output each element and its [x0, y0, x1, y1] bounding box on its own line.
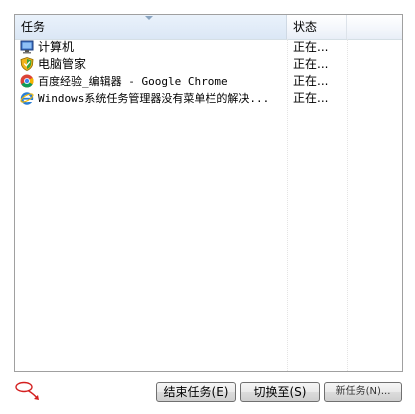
task-name: 百度经验_编辑器 - Google Chrome: [38, 75, 228, 88]
switch-to-button[interactable]: 切换至(S): [240, 382, 320, 402]
task-list[interactable]: 任务 状态 计算机 正在... 电脑管家 正在... 百度经验_编辑器 - Go…: [14, 14, 403, 372]
column-header-status-label: 状态: [293, 20, 318, 34]
task-row[interactable]: Windows系统任务管理器没有菜单栏的解决... 正在...: [15, 90, 402, 107]
task-status: 正在...: [293, 40, 329, 54]
task-rows: 计算机 正在... 电脑管家 正在... 百度经验_编辑器 - Google C…: [15, 39, 402, 107]
ie-icon: [20, 91, 34, 105]
task-status: 正在...: [293, 74, 329, 88]
computer-icon: [20, 40, 34, 54]
shield-icon: [20, 57, 34, 71]
task-status: 正在...: [293, 91, 329, 105]
new-task-button[interactable]: 新任务(N)...: [324, 382, 402, 402]
task-status: 正在...: [293, 57, 329, 71]
task-row[interactable]: 计算机 正在...: [15, 39, 402, 56]
task-row[interactable]: 百度经验_编辑器 - Google Chrome 正在...: [15, 73, 402, 90]
sort-arrow-icon: [145, 16, 153, 20]
end-task-button[interactable]: 结束任务(E): [156, 382, 236, 402]
task-name: Windows系统任务管理器没有菜单栏的解决...: [38, 92, 270, 105]
task-row[interactable]: 电脑管家 正在...: [15, 56, 402, 73]
task-name: 电脑管家: [38, 57, 87, 71]
column-header-status[interactable]: 状态: [287, 15, 347, 39]
task-name: 计算机: [38, 40, 75, 54]
column-header-task-label: 任务: [21, 20, 46, 34]
help-icon[interactable]: [14, 380, 42, 402]
chrome-icon: [20, 74, 34, 88]
list-header: 任务 状态: [15, 15, 402, 40]
column-header-task[interactable]: 任务: [15, 15, 287, 39]
